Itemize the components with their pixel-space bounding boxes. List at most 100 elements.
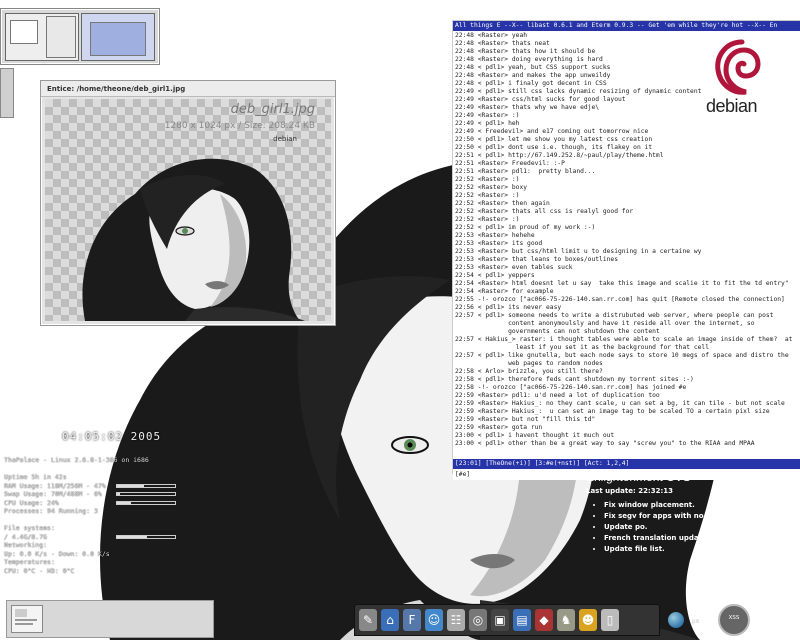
pager-mini-window bbox=[10, 20, 38, 44]
irc-line: 22:53 <Raster> even tables suck bbox=[455, 264, 573, 271]
irc-line: 22:58 -!- orozco ["ac066-75-226-140.san.… bbox=[455, 384, 687, 391]
irc-line: 22:49 < pdl1> heh bbox=[455, 120, 520, 127]
irc-line: 22:50 < pdl1> dont use i.e. though, its … bbox=[455, 144, 653, 151]
sysmon-label: Processes: 94 Running: 3 bbox=[4, 507, 98, 515]
globe-icon[interactable] bbox=[668, 612, 684, 628]
folder-icon[interactable]: ▤ bbox=[513, 609, 531, 631]
cvs-change-list: Fix window placement.Fix segv for apps w… bbox=[586, 500, 796, 555]
preview-image bbox=[82, 158, 305, 321]
sysmon-row: CPU: 0°C - HD: 0°C bbox=[4, 567, 194, 576]
irc-status-bar: [23:01] [TheOne(+i)] [3:#e(+nst)] [Act: … bbox=[453, 459, 800, 469]
irc-line: 22:53 <Raster> but css/html limit u to d… bbox=[455, 248, 702, 255]
usage-bar-fill bbox=[117, 535, 147, 538]
sysmon-row: / 4.4G/8.7G bbox=[4, 533, 194, 542]
paper-icon[interactable]: ▯ bbox=[601, 609, 619, 631]
sysmon-row: Up: 0.0 K/s - Down: 0.0 K/s bbox=[4, 550, 194, 559]
terminal-icon[interactable]: ▣ bbox=[491, 609, 509, 631]
sysmon-label: Temperatures: bbox=[4, 558, 55, 566]
pager-mini-window bbox=[90, 22, 146, 56]
irc-line: 22:52 <Raster> :) bbox=[455, 192, 520, 199]
usage-bar bbox=[116, 534, 176, 539]
irc-topic-bar: All things E --X-- libast 0.6.1 and Eter… bbox=[453, 21, 800, 31]
irc-line: 22:57 < Hakius_> raster: i thought table… bbox=[455, 336, 793, 343]
sysmon-row: RAM Usage: 118M/256M - 47% bbox=[4, 482, 194, 491]
irc-line: 22:52 <Raster> :) bbox=[455, 216, 520, 223]
cvs-last-update: Last update: 22:32:13 bbox=[586, 487, 674, 495]
notes-icon[interactable]: ☷ bbox=[447, 609, 465, 631]
sysmon-row: Uptime 5h in 42s bbox=[4, 473, 194, 482]
font-icon[interactable]: F bbox=[403, 609, 421, 631]
irc-line: 22:52 < pdl1> im proud of my work :-) bbox=[455, 224, 596, 231]
irc-line: 22:54 <Raster> html doesnt let u say tak… bbox=[455, 280, 789, 287]
irc-line: 22:54 <Raster> for example bbox=[455, 288, 554, 295]
cvs-change-item: Fix segv for apps with no winclass bbox=[604, 511, 796, 522]
sysmon-label: CPU Usage: 24% bbox=[4, 498, 59, 507]
irc-line: 22:51 < pdl1> http://67.149.252.8/~paul/… bbox=[455, 152, 664, 159]
irc-line: 22:59 <Raster> Hakius_: no they cant sca… bbox=[455, 400, 785, 407]
irc-line: 22:52 <Raster> then again bbox=[455, 200, 550, 207]
stopwatch-label: XSS bbox=[728, 615, 740, 621]
settings-icon[interactable]: ◎ bbox=[469, 609, 487, 631]
irc-line: web pages to random nodes bbox=[455, 360, 603, 367]
irc-line: 22:59 <Raster> Hakius_: u can set an ima… bbox=[455, 408, 770, 415]
sysmon-row: Temperatures: bbox=[4, 558, 194, 567]
sysmon-label: Swap Usage: 70M/488M - 6% bbox=[4, 490, 102, 498]
image-filename: deb_girl1.jpg bbox=[230, 102, 315, 117]
cvs-title: Enlightenment CVS bbox=[586, 470, 691, 484]
irc-line: content anonymoulsly and have it reside … bbox=[455, 320, 755, 327]
irc-line: 22:58 < pdl1> therefore feds cant shutdo… bbox=[455, 376, 694, 383]
usage-bar bbox=[116, 492, 176, 496]
cvs-change-item: Fix window placement. bbox=[604, 500, 796, 511]
desktop-clock: 04:05:02 2005 bbox=[62, 430, 162, 443]
sysmon-row: Swap Usage: 70M/488M - 6% bbox=[4, 490, 194, 499]
irc-line: 22:59 <Raster> pdl1: u'd need a lot of d… bbox=[455, 392, 660, 399]
sysmon-label: ThaPalace - Linux 2.6.8-1-386 on i686 bbox=[4, 456, 149, 464]
sysmon-row bbox=[4, 465, 194, 474]
iconified-window-thumbnail[interactable] bbox=[11, 605, 43, 633]
irc-line: 22:51 <Raster> Freedevil: :-P bbox=[455, 160, 565, 167]
irc-line: 22:49 < Freedevil> and e17 coming out to… bbox=[455, 128, 649, 135]
irc-line: least if you set it as the background fo… bbox=[455, 344, 710, 351]
dock-clock-ampm: pm bbox=[692, 618, 700, 625]
sysmon-row: Networking: bbox=[4, 541, 194, 550]
cvs-change-item: French translation update (Ludwig Noujar… bbox=[604, 533, 796, 544]
image-viewer-window[interactable]: Entice: /home/theone/deb_girl1.jpg deb_g… bbox=[40, 80, 336, 326]
irc-line: governments can not shutdown the content bbox=[455, 328, 660, 335]
edge-handle[interactable] bbox=[0, 68, 14, 118]
application-dock[interactable]: ✎ ⌂ F ☺ ☷ ◎ ▣ ▤ ◆ ♞ ☻ ▯ bbox=[354, 604, 660, 636]
irc-line: 22:59 <Raster> gota run bbox=[455, 424, 543, 431]
usage-bar-fill bbox=[117, 484, 145, 487]
sysmon-label: CPU: 0°C - HD: 0°C bbox=[4, 566, 75, 575]
usage-bar bbox=[116, 500, 176, 505]
usage-bar-fill bbox=[117, 493, 121, 495]
irc-line: 22:54 < pdl1> yeppers bbox=[455, 272, 535, 279]
sysmon-row: Processes: 94 Running: 3 bbox=[4, 507, 194, 516]
package-icon[interactable]: ◆ bbox=[535, 609, 553, 631]
debian-swirl-logo bbox=[715, 39, 761, 95]
sysmon-row bbox=[4, 516, 194, 525]
cvs-feed: Enlightenment CVS Last update: 22:32:13 … bbox=[586, 470, 796, 590]
sysmon-label: Uptime 5h in 42s bbox=[4, 473, 67, 481]
irc-line: 22:51 <Raster> pdl1: pretty bland... bbox=[455, 168, 596, 175]
pager-desktop-1[interactable] bbox=[5, 13, 79, 61]
window-title[interactable]: Entice: /home/theone/deb_girl1.jpg bbox=[41, 81, 335, 97]
usage-bar bbox=[116, 483, 176, 488]
desktop-pager[interactable] bbox=[0, 8, 160, 65]
home-folder-icon[interactable]: ⌂ bbox=[381, 609, 399, 631]
smiley-icon[interactable]: ☻ bbox=[579, 609, 597, 631]
game-icon[interactable]: ♞ bbox=[557, 609, 575, 631]
stopwatch-icon[interactable]: XSS bbox=[718, 604, 750, 636]
irc-line: 22:52 <Raster> boxy bbox=[455, 184, 528, 191]
dock-clock-time: 11:02 bbox=[692, 608, 717, 617]
sysmon-label: Up: 0.0 K/s - Down: 0.0 K/s bbox=[4, 549, 110, 558]
irc-line: 23:00 < pdl1> i havent thought it much o… bbox=[455, 432, 615, 439]
irc-line: 22:57 < pdl1> someone needs to write a d… bbox=[455, 312, 774, 319]
pencil-icon[interactable]: ✎ bbox=[359, 609, 377, 631]
irc-line: 23:00 < pdl1> other than be a great way … bbox=[455, 440, 755, 447]
sysmon-label: / 4.4G/8.7G bbox=[4, 532, 48, 541]
image-canvas[interactable]: deb_girl1.jpg 1280 x 1024 px / Size: 208… bbox=[45, 99, 331, 321]
irc-line: 22:53 <Raster> hehehe bbox=[455, 232, 535, 239]
pager-desktop-2[interactable] bbox=[81, 13, 155, 61]
chat-icon[interactable]: ☺ bbox=[425, 609, 443, 631]
iconbox[interactable] bbox=[6, 600, 214, 638]
